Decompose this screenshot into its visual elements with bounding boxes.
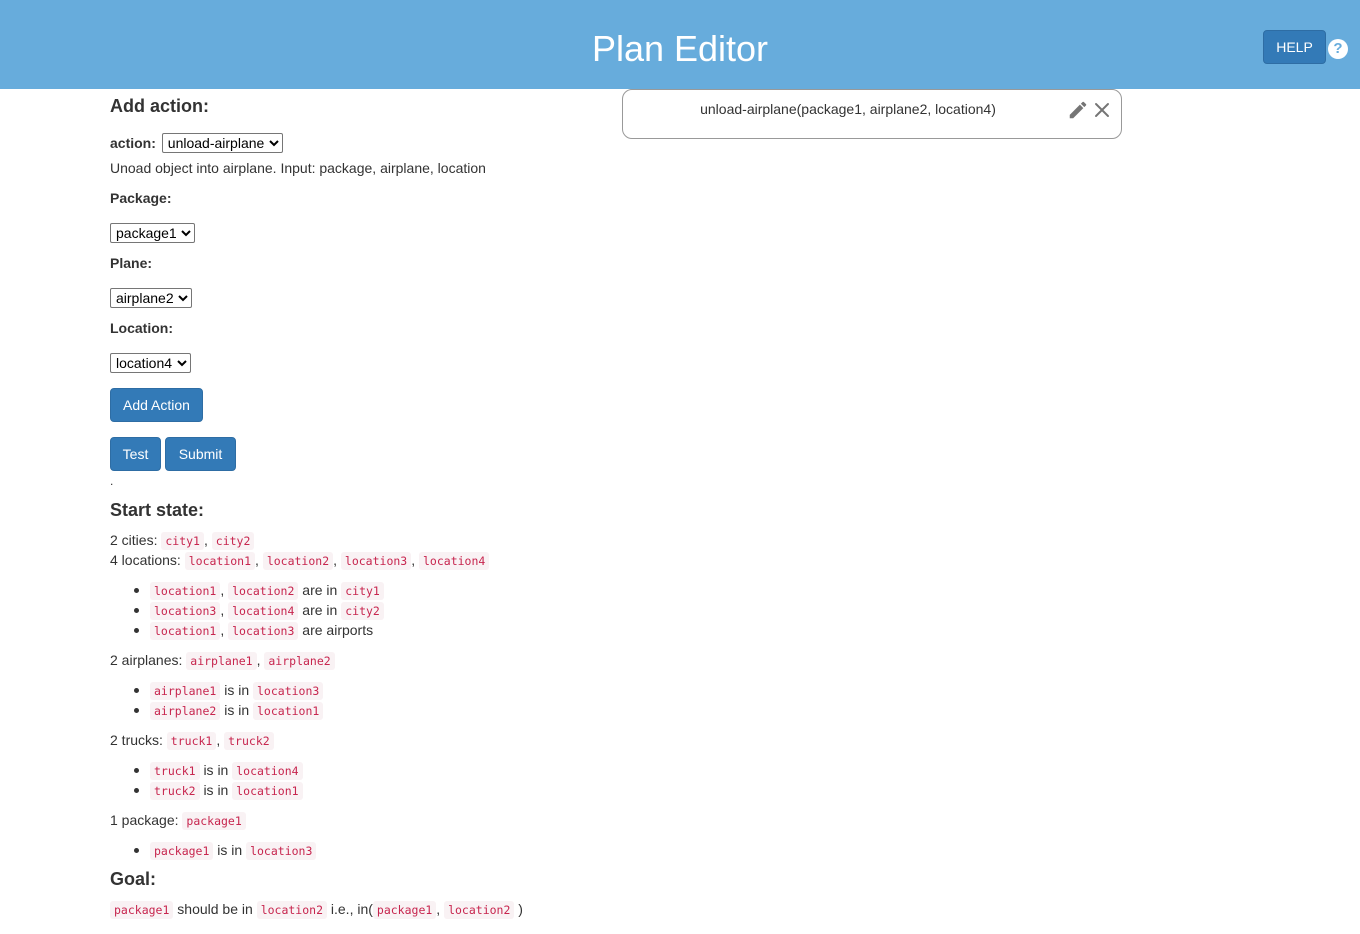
location-label: Location: — [110, 320, 173, 336]
fact-text: is in — [203, 762, 229, 778]
location-code: location2 — [256, 901, 327, 919]
list-item: location3, location4 are in city2 — [134, 600, 384, 621]
page-title: Plan Editor — [591, 28, 769, 69]
packages-text: 1 package: — [110, 812, 179, 828]
airplane-code: airplane2 — [264, 652, 335, 670]
fact-text: is in — [203, 782, 229, 798]
question-circle-icon[interactable]: ? — [1328, 39, 1348, 59]
airplane-code: airplane2 — [150, 702, 221, 720]
airplanes-text: 2 airplanes: — [110, 652, 183, 668]
start-state-heading: Start state: — [110, 500, 205, 520]
truck-code: truck1 — [166, 732, 217, 750]
list-item: truck1 is in location4 — [134, 760, 303, 781]
goal-text: should be in — [177, 901, 253, 917]
header-bar: Plan Editor HELP ? — [0, 0, 1360, 89]
location-code: location4 — [228, 602, 299, 620]
pencil-icon[interactable] — [1067, 99, 1089, 121]
fact-text: is in — [224, 682, 250, 698]
action-description: Unoad object into airplane. Input: packa… — [110, 160, 486, 176]
package-label: Package: — [110, 190, 172, 206]
fact-text: are in — [302, 602, 338, 618]
status-text: . — [110, 474, 114, 488]
truck-code: truck2 — [150, 782, 200, 800]
list-item: airplane2 is in location1 — [133, 700, 324, 721]
city-code: city2 — [211, 532, 255, 550]
add-action-heading: Add action: — [110, 96, 209, 116]
plane-select[interactable]: airplane2 — [110, 288, 192, 308]
location-code: location3 — [246, 842, 317, 860]
submit-button[interactable]: Submit — [165, 437, 236, 471]
plan-step-card: unload-airplane(package1, airplane2, loc… — [622, 89, 1122, 139]
close-icon[interactable] — [1093, 101, 1111, 119]
plane-label: Plane: — [110, 255, 153, 271]
list-item: airplane1 is in location3 — [133, 680, 324, 701]
location-code: location3 — [228, 622, 299, 640]
location-code: location1 — [232, 782, 303, 800]
location-code: location3 — [150, 602, 221, 620]
city-code: city1 — [341, 582, 384, 600]
location-code: location3 — [340, 552, 412, 570]
location-code: location1 — [150, 582, 221, 600]
list-item: truck2 is in location1 — [134, 780, 303, 801]
package-code: package1 — [372, 901, 437, 919]
trucks-line: 2 trucks: truck1, truck2 — [110, 730, 274, 751]
action-label: action: — [110, 135, 156, 151]
fact-text: is in — [217, 842, 243, 858]
help-button[interactable]: HELP — [1263, 30, 1326, 64]
location-code: location1 — [253, 702, 324, 720]
location-code: location1 — [184, 552, 256, 570]
list-item: location1, location3 are airports — [133, 620, 374, 641]
location-code: location2 — [228, 582, 299, 600]
airplane-code: airplane1 — [186, 652, 257, 670]
list-item: location1, location2 are in city1 — [134, 580, 384, 601]
goal-line: package1 should be in location2 i.e., in… — [110, 899, 523, 920]
action-select[interactable]: unload-airplane — [161, 133, 283, 153]
city-code: city2 — [341, 602, 384, 620]
locations-line: 4 locations: location1, location2, locat… — [110, 550, 490, 571]
location-code: location4 — [232, 762, 303, 780]
plan-step-text: unload-airplane(package1, airplane2, loc… — [700, 101, 996, 117]
airplane-code: airplane1 — [150, 682, 221, 700]
location-code: location3 — [253, 682, 324, 700]
cities-text: 2 cities: — [110, 532, 158, 548]
city-code: city1 — [161, 532, 204, 550]
airplanes-line: 2 airplanes: airplane1, airplane2 — [110, 650, 335, 671]
truck-code: truck1 — [150, 762, 200, 780]
test-button[interactable]: Test — [110, 437, 161, 471]
location-code: location4 — [419, 552, 490, 570]
location-select[interactable]: location4 — [110, 353, 191, 373]
fact-text: are in — [302, 582, 338, 598]
package-select[interactable]: package1 — [110, 223, 195, 243]
location-code: location1 — [150, 622, 221, 640]
trucks-text: 2 trucks: — [110, 732, 163, 748]
list-item: package1 is in location3 — [133, 840, 317, 861]
goal-heading: Goal: — [110, 869, 157, 889]
goal-ie-text: i.e., in( — [330, 901, 373, 917]
locations-text: 4 locations: — [110, 552, 181, 568]
goal-close-paren: ) — [518, 901, 523, 917]
package-code: package1 — [182, 812, 246, 830]
fact-text: is in — [224, 702, 250, 718]
location-code: location2 — [262, 552, 334, 570]
packages-line: 1 package: package1 — [110, 810, 246, 831]
fact-text: are airports — [302, 622, 374, 638]
package-code: package1 — [110, 901, 174, 919]
add-action-button[interactable]: Add Action — [110, 388, 203, 422]
package-code: package1 — [150, 842, 214, 860]
action-row: action: unload-airplane — [110, 133, 283, 153]
cities-line: 2 cities: city1, city2 — [110, 530, 255, 551]
truck-code: truck2 — [224, 732, 274, 750]
location-code: location2 — [444, 901, 515, 919]
